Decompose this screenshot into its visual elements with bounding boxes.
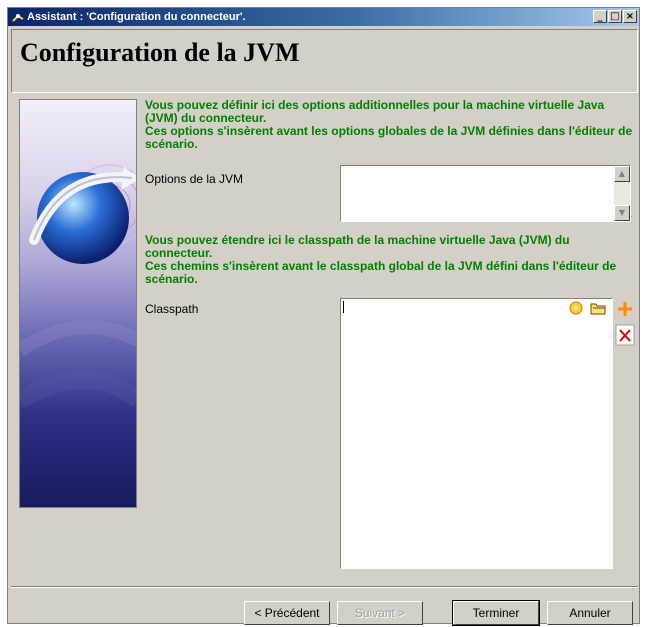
remove-path-button[interactable] [615, 324, 635, 346]
title-bar[interactable]: Assistant : 'Configuration du connecteur… [8, 8, 639, 26]
classpath-intro: Vous pouvez étendre ici le classpath de … [145, 233, 617, 286]
page-title: Configuration de la JVM [20, 38, 300, 67]
scroll-down-arrow-icon[interactable]: ▼ [614, 205, 630, 221]
jvm-options-field[interactable]: ▲ ▼ [340, 165, 631, 222]
globe-arrow-illustration [20, 164, 136, 408]
wizard-side-image [19, 99, 137, 508]
browse-folder-icon[interactable] [589, 300, 607, 316]
classpath-label: Classpath [145, 302, 199, 316]
footer-separator [11, 586, 638, 588]
cancel-button[interactable]: Annuler [547, 601, 633, 625]
jvm-options-intro: Vous pouvez définir ici des options addi… [145, 98, 633, 151]
close-button[interactable]: × [623, 10, 637, 23]
jvm-options-description: Vous pouvez définir ici des options addi… [145, 99, 637, 151]
connector-app-icon [12, 14, 24, 22]
classpath-field[interactable] [340, 298, 613, 569]
finish-button[interactable]: Terminer [452, 600, 540, 626]
page-header: Configuration de la JVM [11, 29, 638, 93]
wizard-window: Assistant : 'Configuration du connecteur… [7, 7, 640, 626]
previous-button[interactable]: < Précédent [244, 601, 330, 625]
maximize-button[interactable]: □ [608, 10, 622, 23]
window-title: Assistant : 'Configuration du connecteur… [27, 11, 246, 23]
next-button[interactable]: Suivant > [337, 601, 423, 625]
minimize-button[interactable]: _ [593, 10, 607, 23]
classpath-description: Vous pouvez étendre ici le classpath de … [145, 234, 637, 286]
scroll-up-arrow-icon[interactable]: ▲ [614, 166, 630, 182]
text-caret [343, 301, 344, 313]
settings-gear-icon[interactable] [567, 300, 585, 316]
jvm-options-scrollbar[interactable]: ▲ ▼ [614, 166, 630, 221]
jvm-options-label: Options de la JVM [145, 172, 244, 186]
add-plus-icon [618, 302, 632, 316]
delete-x-icon [615, 324, 635, 346]
add-path-button[interactable] [615, 298, 635, 320]
